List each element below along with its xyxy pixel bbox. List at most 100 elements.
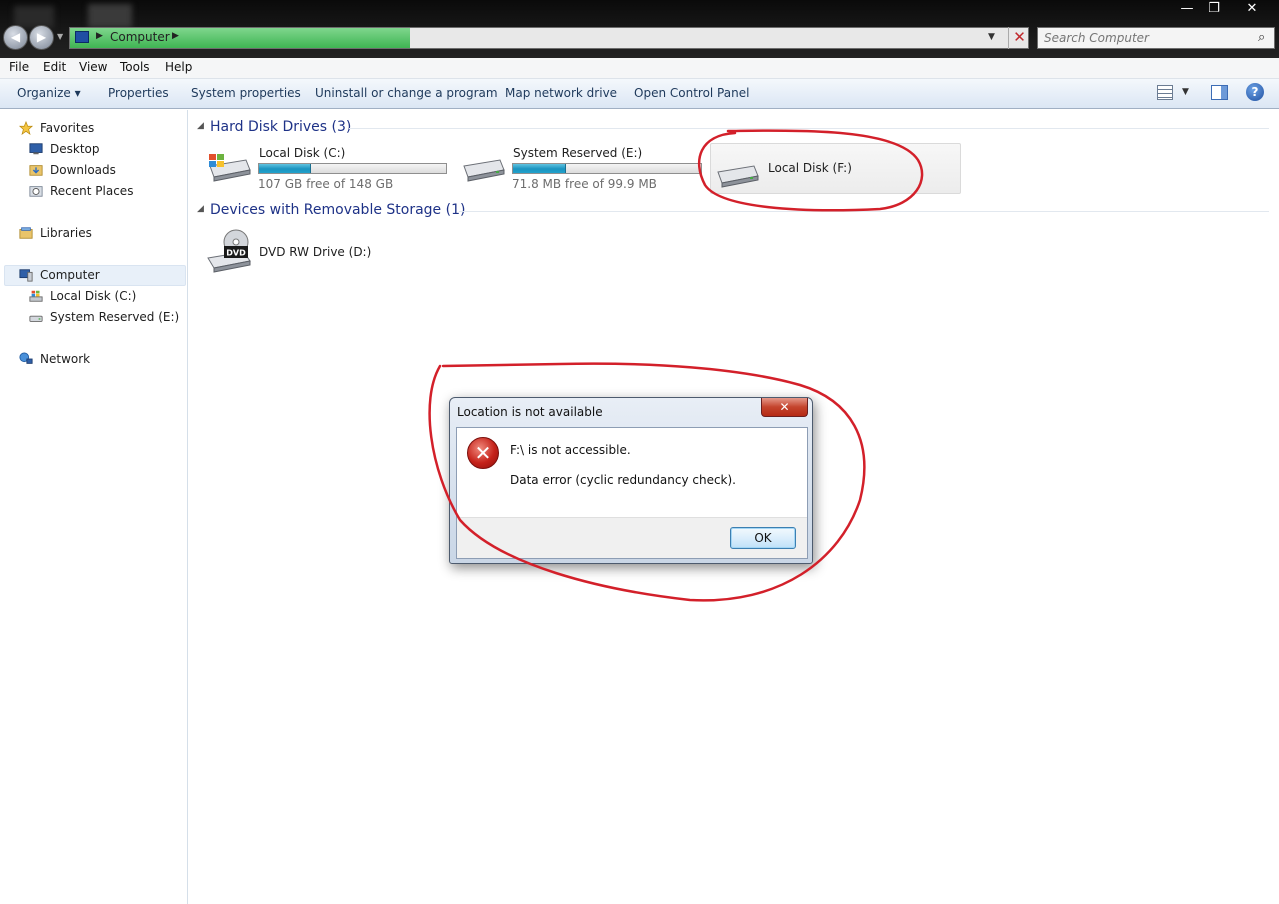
dialog-detail: Data error (cyclic redundancy check). bbox=[510, 473, 736, 487]
nav-desktop[interactable]: Desktop bbox=[28, 140, 178, 160]
recent-places-icon bbox=[29, 186, 43, 197]
drive-usage-bar bbox=[512, 163, 702, 174]
uninstall-program-button[interactable]: Uninstall or change a program bbox=[315, 86, 498, 100]
dvd-logo-text: DVD bbox=[226, 249, 246, 258]
dialog-title: Location is not available bbox=[457, 405, 603, 419]
search-input[interactable] bbox=[1044, 30, 1244, 46]
menu-help[interactable]: Help bbox=[165, 60, 192, 74]
drive-tile-dvd[interactable]: DVD DVD RW Drive (D:) bbox=[206, 228, 406, 276]
stop-loading-button[interactable]: ✕ bbox=[1008, 27, 1030, 49]
minimize-button[interactable]: — bbox=[1174, 0, 1200, 19]
group-header-hard-disks[interactable]: Hard Disk Drives (3) bbox=[210, 119, 351, 135]
change-view-icon[interactable] bbox=[1157, 85, 1173, 100]
back-button[interactable]: ◀ bbox=[3, 25, 28, 50]
menu-view[interactable]: View bbox=[79, 60, 107, 74]
back-arrow-icon: ◀ bbox=[10, 30, 21, 44]
system-properties-button[interactable]: System properties bbox=[191, 86, 301, 100]
nav-libraries-label: Libraries bbox=[40, 226, 92, 240]
computer-icon bbox=[19, 269, 33, 282]
nav-favorites-label: Favorites bbox=[40, 121, 95, 135]
menu-tools[interactable]: Tools bbox=[120, 60, 150, 74]
help-icon[interactable]: ? bbox=[1246, 83, 1264, 101]
nav-recent-places[interactable]: Recent Places bbox=[28, 182, 178, 202]
nav-libraries[interactable]: Libraries bbox=[18, 224, 178, 244]
nav-desktop-label: Desktop bbox=[50, 142, 100, 156]
drive-name: Local Disk (C:) bbox=[259, 146, 346, 160]
breadcrumb-arrow-icon[interactable]: ▶ bbox=[172, 31, 179, 41]
nav-network[interactable]: Network bbox=[18, 350, 178, 370]
open-control-panel-button[interactable]: Open Control Panel bbox=[634, 86, 749, 100]
nav-downloads-label: Downloads bbox=[50, 163, 116, 177]
drive-usage-fill bbox=[259, 164, 311, 173]
search-icon[interactable]: ⌕ bbox=[1258, 30, 1265, 45]
nav-local-disk-c-label: Local Disk (C:) bbox=[50, 289, 137, 303]
drive-free-space: 107 GB free of 148 GB bbox=[258, 177, 394, 191]
close-window-button[interactable]: ✕ bbox=[1229, 0, 1275, 19]
desktop-icon bbox=[29, 143, 43, 155]
menu-edit[interactable]: Edit bbox=[43, 60, 66, 74]
drive-name: Local Disk (F:) bbox=[768, 161, 852, 175]
dialog-footer: OK bbox=[457, 517, 807, 558]
dialog-close-button[interactable]: ✕ bbox=[761, 398, 808, 417]
network-icon bbox=[19, 352, 33, 364]
drive-free-space: 71.8 MB free of 99.9 MB bbox=[512, 177, 657, 191]
nav-computer[interactable]: Computer bbox=[18, 266, 178, 286]
dialog-body: ✕ F:\ is not accessible. Data error (cyc… bbox=[456, 427, 808, 559]
drive-icon bbox=[463, 159, 505, 182]
drive-tile-c[interactable]: Local Disk (C:) 107 GB free of 148 GB bbox=[206, 146, 451, 194]
breadcrumb-arrow-icon[interactable]: ▶ bbox=[96, 31, 103, 41]
drive-usage-bar bbox=[258, 163, 447, 174]
drive-icon bbox=[717, 165, 759, 188]
group-divider bbox=[459, 211, 1269, 212]
recent-pages-dropdown[interactable]: ▼ bbox=[57, 32, 63, 41]
menu-bar: File Edit View Tools Help bbox=[0, 58, 1279, 79]
collapse-group-icon[interactable]: ◢ bbox=[197, 121, 204, 131]
properties-button[interactable]: Properties bbox=[108, 86, 169, 100]
address-dropdown-icon[interactable]: ▼ bbox=[988, 32, 995, 42]
nav-recent-places-label: Recent Places bbox=[50, 184, 134, 198]
group-header-removable[interactable]: Devices with Removable Storage (1) bbox=[210, 202, 465, 218]
breadcrumb-computer[interactable]: Computer bbox=[110, 30, 170, 44]
drive-name: System Reserved (E:) bbox=[513, 146, 643, 160]
collapse-group-icon[interactable]: ◢ bbox=[197, 204, 204, 214]
window-titlebar: — ❐ ✕ ◀ ▶ ▼ ▶ Computer ▶ ▼ ✕ ⌕ bbox=[0, 0, 1279, 58]
drive-tile-e[interactable]: System Reserved (E:) 71.8 MB free of 99.… bbox=[460, 146, 705, 194]
address-bar[interactable]: ▶ Computer ▶ ▼ ✕ bbox=[69, 27, 1029, 49]
search-box[interactable]: ⌕ bbox=[1037, 27, 1275, 49]
libraries-icon bbox=[19, 227, 33, 239]
blurred-region bbox=[14, 6, 54, 28]
nav-network-label: Network bbox=[40, 352, 91, 366]
error-dialog: Location is not available ✕ ✕ F:\ is not… bbox=[449, 397, 813, 564]
nav-downloads[interactable]: Downloads bbox=[28, 161, 178, 181]
drive-tile-f[interactable]: Local Disk (F:) bbox=[710, 143, 961, 194]
organize-button[interactable]: Organize ▾ bbox=[17, 86, 81, 100]
dvd-drive-icon: DVD bbox=[207, 229, 251, 273]
drive-name: DVD RW Drive (D:) bbox=[259, 245, 372, 259]
star-icon bbox=[18, 121, 34, 135]
drive-icon bbox=[29, 315, 43, 322]
nav-favorites[interactable]: Favorites bbox=[18, 119, 178, 139]
nav-computer-label: Computer bbox=[40, 268, 100, 282]
forward-button[interactable]: ▶ bbox=[29, 25, 54, 50]
error-icon: ✕ bbox=[467, 437, 499, 469]
drive-usage-fill bbox=[513, 164, 566, 173]
preview-pane-icon[interactable] bbox=[1211, 85, 1228, 100]
forward-arrow-icon: ▶ bbox=[36, 30, 47, 44]
computer-icon bbox=[75, 31, 89, 43]
ok-button[interactable]: OK bbox=[730, 527, 796, 549]
map-network-drive-button[interactable]: Map network drive bbox=[505, 86, 617, 100]
windows-drive-icon bbox=[209, 154, 251, 182]
group-divider bbox=[349, 128, 1269, 129]
nav-local-disk-c[interactable]: Local Disk (C:) bbox=[28, 287, 178, 307]
windows-drive-icon bbox=[29, 290, 43, 302]
blurred-region bbox=[88, 4, 132, 28]
command-bar: Organize ▾ Properties System properties … bbox=[0, 79, 1279, 109]
dialog-message: F:\ is not accessible. bbox=[510, 443, 631, 457]
menu-file[interactable]: File bbox=[9, 60, 29, 74]
nav-system-reserved-e-label: System Reserved (E:) bbox=[50, 310, 180, 324]
navigation-pane: Favorites Desktop Downloads Recent Place… bbox=[0, 110, 188, 904]
nav-system-reserved-e[interactable]: System Reserved (E:) bbox=[28, 308, 180, 328]
maximize-button[interactable]: ❐ bbox=[1201, 0, 1227, 19]
downloads-folder-icon bbox=[29, 165, 43, 176]
view-options-dropdown-icon[interactable]: ▼ bbox=[1182, 87, 1189, 97]
